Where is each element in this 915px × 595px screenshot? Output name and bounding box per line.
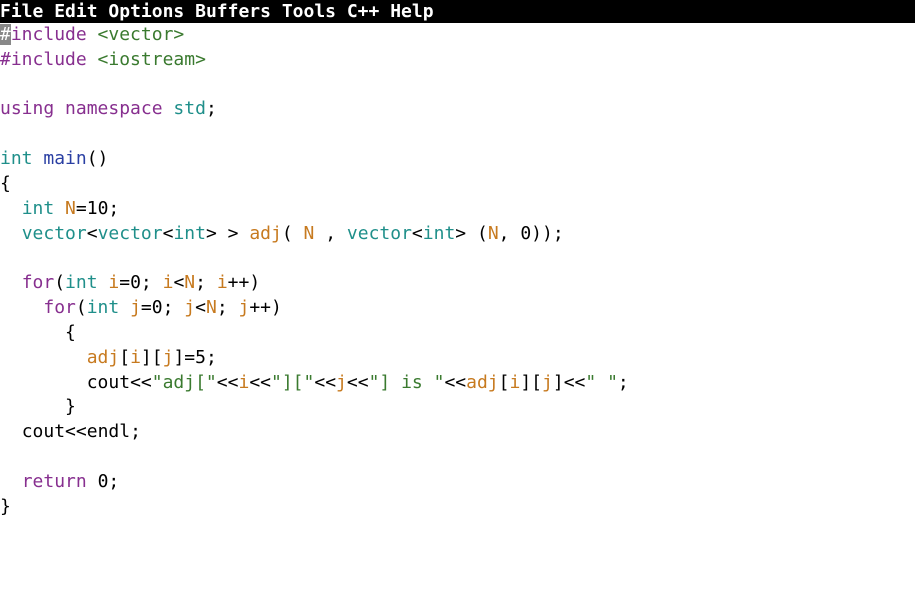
menu-options[interactable]: Options	[108, 1, 184, 22]
code-line: #include <iostream>	[0, 49, 206, 70]
code-line: for(int i=0; i<N; i++)	[0, 272, 260, 293]
code-line: int main()	[0, 148, 108, 169]
code-line: adj[i][j]=5;	[0, 347, 217, 368]
menu-tools[interactable]: Tools	[282, 1, 336, 22]
code-line: }	[0, 396, 76, 417]
code-line: #include <vector>	[0, 24, 184, 45]
menubar: File Edit Options Buffers Tools C++ Help	[0, 0, 915, 23]
code-line: int N=10;	[0, 198, 119, 219]
menu-edit[interactable]: Edit	[54, 1, 97, 22]
menu-buffers[interactable]: Buffers	[195, 1, 271, 22]
code-line: cout<<endl;	[0, 421, 141, 442]
code-line: for(int j=0; j<N; j++)	[0, 297, 282, 318]
code-line: using namespace std;	[0, 98, 217, 119]
menu-cpp[interactable]: C++	[347, 1, 380, 22]
editor-buffer[interactable]: #include <vector> #include <iostream> us…	[0, 23, 915, 520]
cursor: #	[0, 24, 11, 45]
menu-help[interactable]: Help	[390, 1, 433, 22]
code-line: {	[0, 322, 76, 343]
code-line: return 0;	[0, 471, 119, 492]
code-line: cout<<"adj["<<i<<"]["<<j<<"] is "<<adj[i…	[0, 372, 629, 393]
code-line: }	[0, 496, 11, 517]
code-line: vector<vector<int> > adj( N , vector<int…	[0, 223, 564, 244]
code-line: {	[0, 173, 11, 194]
menu-file[interactable]: File	[0, 1, 43, 22]
